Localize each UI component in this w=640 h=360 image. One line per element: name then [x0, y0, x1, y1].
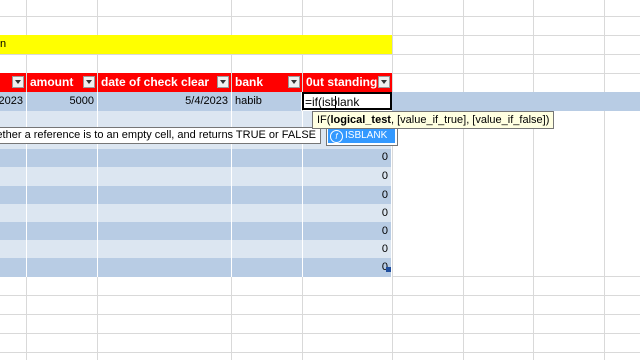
- header-label: bank: [235, 75, 264, 89]
- cell-outstanding[interactable]: 0: [303, 148, 392, 167]
- function-syntax-tooltip[interactable]: IF(logical_test, [value_if_true], [value…: [312, 111, 555, 129]
- function-description-tooltip: whether a reference is to an empty cell,…: [0, 127, 321, 144]
- table-row: 0: [0, 222, 392, 241]
- cell[interactable]: [0, 167, 27, 186]
- autocomplete-item-label: ISBLANK: [345, 130, 388, 141]
- tooltip-fn: IF(: [317, 114, 331, 126]
- cell[interactable]: [27, 258, 98, 277]
- cell[interactable]: [27, 222, 98, 241]
- cell-prev[interactable]: 2023: [0, 92, 27, 111]
- table-row: 0: [0, 204, 392, 223]
- function-icon: f: [330, 130, 343, 143]
- cell[interactable]: [98, 258, 232, 277]
- table-row: 0: [0, 148, 392, 167]
- header-label: date of check clear: [101, 75, 210, 89]
- cell[interactable]: [232, 167, 303, 186]
- fill-handle[interactable]: [386, 267, 391, 272]
- filter-dropdown-icon[interactable]: [12, 76, 24, 88]
- filter-dropdown-icon[interactable]: [288, 76, 300, 88]
- row-selection-band: [392, 92, 640, 111]
- cell[interactable]: [232, 222, 303, 241]
- cell[interactable]: [98, 222, 232, 241]
- cell[interactable]: [98, 167, 232, 186]
- cell-bank[interactable]: habib: [232, 92, 302, 111]
- header-label: amount: [30, 75, 74, 89]
- cell-outstanding[interactable]: 0: [303, 186, 392, 205]
- cell[interactable]: [0, 148, 27, 167]
- cell-outstanding[interactable]: 0: [303, 258, 392, 277]
- cell[interactable]: [27, 204, 98, 223]
- cell-outstanding[interactable]: 0: [303, 222, 392, 241]
- tooltip-current-arg: logical_test: [330, 114, 391, 126]
- cell[interactable]: [27, 240, 98, 259]
- cell-outstanding[interactable]: 0: [303, 167, 392, 186]
- header-cell-prev[interactable]: [0, 73, 26, 92]
- table-row: 0: [0, 240, 392, 259]
- header-cell-outstanding[interactable]: 0ut standing: [303, 73, 392, 92]
- autocomplete-item-isblank[interactable]: f ISBLANK: [328, 129, 395, 143]
- title-fragment: n: [0, 38, 7, 50]
- cell[interactable]: [98, 148, 232, 167]
- cell[interactable]: [0, 204, 27, 223]
- table-row: 0: [0, 167, 392, 186]
- cell-outstanding[interactable]: 0: [303, 204, 392, 223]
- formula-autocomplete-list: f ISBLANK: [326, 127, 398, 146]
- cell[interactable]: [0, 240, 27, 259]
- text-caret: [335, 96, 336, 108]
- formula-text: =if(isblank: [305, 95, 360, 109]
- cell[interactable]: [232, 204, 303, 223]
- cell[interactable]: [232, 148, 303, 167]
- filter-dropdown-icon[interactable]: [217, 76, 229, 88]
- header-cell-bank[interactable]: bank: [232, 73, 302, 92]
- cell-amount[interactable]: 5000: [27, 92, 98, 111]
- cell[interactable]: [27, 167, 98, 186]
- cell[interactable]: [232, 258, 303, 277]
- cell[interactable]: [0, 222, 27, 241]
- cell[interactable]: [232, 240, 303, 259]
- header-label: 0ut standing: [306, 75, 378, 89]
- table-row: 0: [0, 258, 392, 277]
- cell[interactable]: [27, 186, 98, 205]
- header-cell-date-check-clear[interactable]: date of check clear: [98, 73, 231, 92]
- title-band[interactable]: n: [0, 35, 392, 54]
- filter-dropdown-icon[interactable]: [378, 76, 390, 88]
- cell[interactable]: [0, 186, 27, 205]
- cell-outstanding[interactable]: 0: [303, 240, 392, 259]
- formula-edit-cell[interactable]: =if(isblank: [302, 92, 392, 110]
- cell[interactable]: [232, 186, 303, 205]
- header-cell-amount[interactable]: amount: [27, 73, 97, 92]
- filter-dropdown-icon[interactable]: [83, 76, 95, 88]
- cell[interactable]: [0, 258, 27, 277]
- table-row: 0: [0, 186, 392, 205]
- function-description: whether a reference is to an empty cell,…: [0, 129, 316, 141]
- tooltip-rest: , [value_if_true], [value_if_false]): [390, 114, 550, 126]
- cell[interactable]: [98, 240, 232, 259]
- cell[interactable]: [98, 204, 232, 223]
- cell[interactable]: [98, 186, 232, 205]
- table-row: 2023 5000 5/4/2023 habib: [0, 92, 302, 111]
- cell-date-check-clear[interactable]: 5/4/2023: [98, 92, 232, 111]
- cell[interactable]: [27, 148, 98, 167]
